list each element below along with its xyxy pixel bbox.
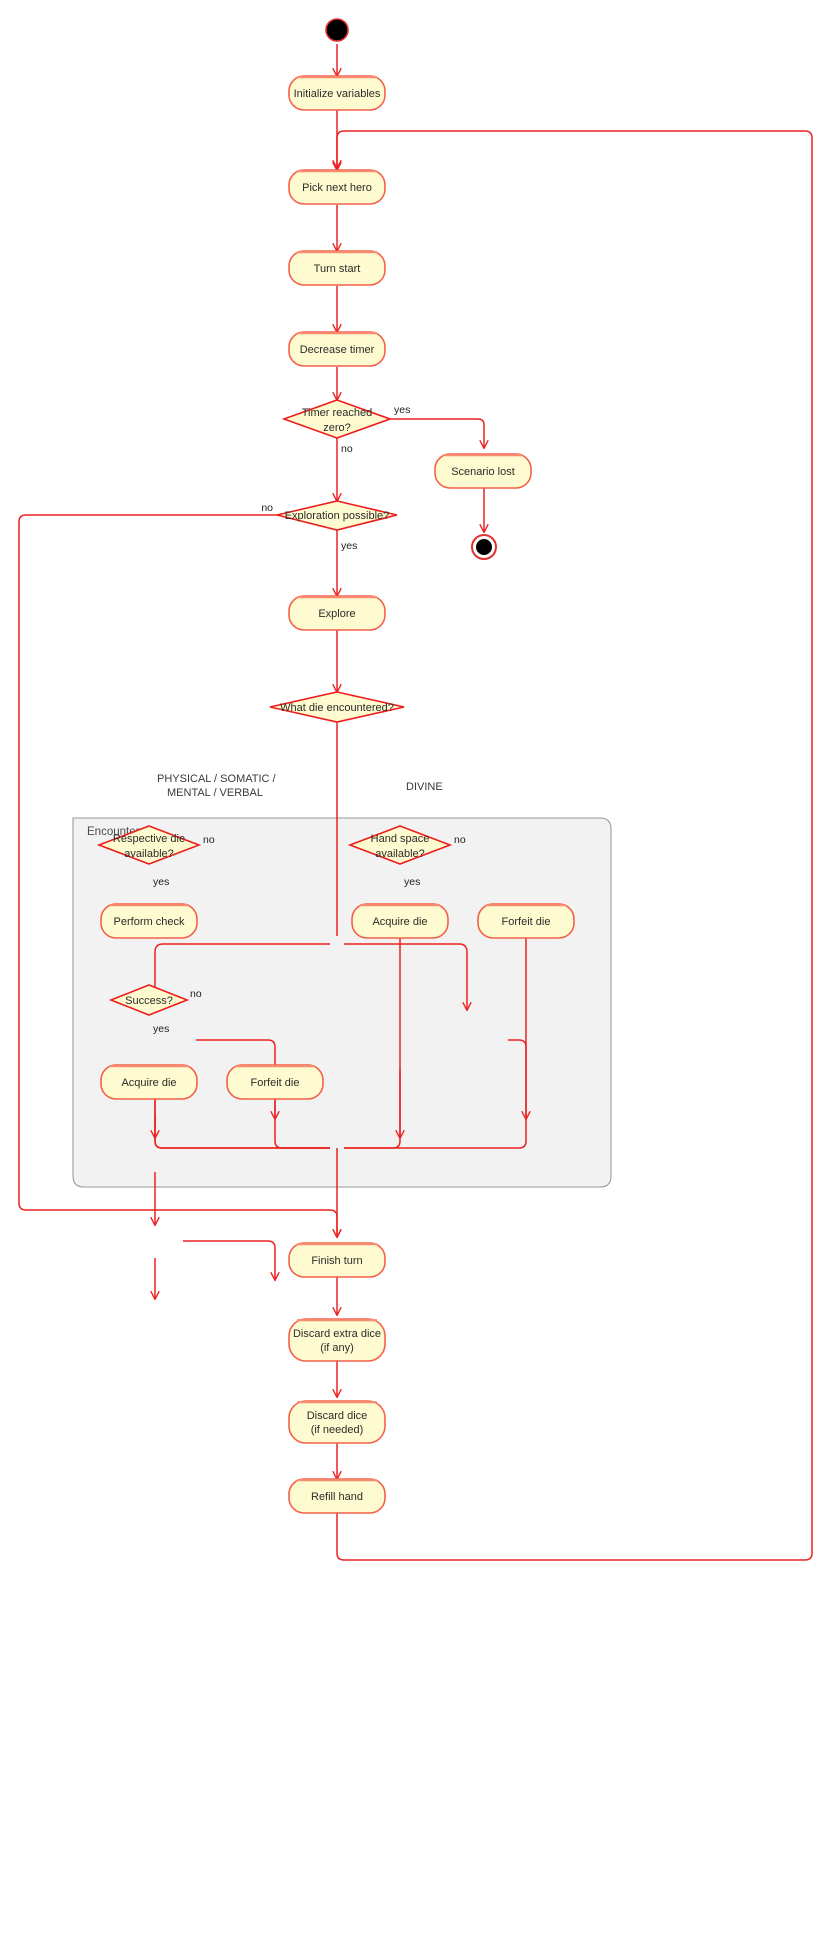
- action-turn-start[interactable]: Turn start: [288, 250, 386, 286]
- action-forfeit-die-right-label: Forfeit die: [502, 916, 551, 928]
- branch-label-physical-line2: MENTAL / VERBAL: [167, 787, 263, 799]
- action-forfeit-die-left[interactable]: Forfeit die: [226, 1064, 324, 1100]
- edge-label-respective-yes: yes: [153, 876, 169, 888]
- action-acquire-die-left[interactable]: Acquire die: [100, 1064, 198, 1100]
- edge-label-success-no: no: [190, 988, 202, 1000]
- edge-label-exploration-yes: yes: [341, 540, 357, 552]
- action-forfeit-die-left-label: Forfeit die: [251, 1077, 300, 1089]
- decision-success-label: Success?: [125, 995, 173, 1007]
- action-perform-check[interactable]: Perform check: [100, 903, 198, 939]
- initial-node: [325, 18, 349, 42]
- diagram-canvas: Encounter Initialize variables Pick next…: [18, 18, 813, 1561]
- edge-success-no-to-forfeit-die-left: [183, 1240, 275, 1280]
- action-discard-extra-dice-line1: Discard extra dice: [293, 1328, 381, 1340]
- action-discard-dice-line1: Discard dice: [307, 1410, 368, 1422]
- action-decrease-timer[interactable]: Decrease timer: [288, 331, 386, 367]
- decision-exploration-possible[interactable]: Exploration possible?: [276, 500, 398, 531]
- action-discard-dice-line2: (if needed): [311, 1424, 364, 1436]
- decision-what-die-encountered-label: What die encountered?: [280, 702, 394, 714]
- action-initialize-variables[interactable]: Initialize variables: [288, 75, 386, 111]
- decision-exploration-possible-label: Exploration possible?: [285, 510, 390, 522]
- action-discard-extra-dice-line2: (if any): [320, 1342, 354, 1354]
- action-pick-next-hero[interactable]: Pick next hero: [288, 169, 386, 205]
- action-finish-turn-label: Finish turn: [311, 1255, 362, 1267]
- action-scenario-lost-label: Scenario lost: [451, 466, 515, 478]
- decision-hand-space-line2: available?: [375, 848, 425, 860]
- decision-timer-reached-zero-line1: Timer reached: [302, 407, 373, 419]
- final-node: [471, 534, 497, 560]
- action-discard-extra-dice[interactable]: Discard extra dice (if any): [288, 1318, 386, 1362]
- action-decrease-timer-label: Decrease timer: [300, 344, 375, 356]
- edge-label-success-yes: yes: [153, 1023, 169, 1035]
- action-forfeit-die-right[interactable]: Forfeit die: [477, 903, 575, 939]
- action-explore[interactable]: Explore: [288, 595, 386, 631]
- action-perform-check-label: Perform check: [114, 916, 185, 928]
- edge-label-timer-no: no: [341, 443, 353, 455]
- action-pick-next-hero-label: Pick next hero: [302, 182, 372, 194]
- edge-label-hand-space-no: no: [454, 834, 466, 846]
- action-acquire-die-right-label: Acquire die: [372, 916, 427, 928]
- branch-label-divine: DIVINE: [406, 781, 443, 793]
- action-refill-hand-label: Refill hand: [311, 1491, 363, 1503]
- decision-timer-reached-zero[interactable]: Timer reached zero?: [281, 399, 393, 439]
- edge-label-exploration-no: no: [261, 502, 273, 514]
- branch-label-physical-line1: PHYSICAL / SOMATIC /: [157, 773, 277, 785]
- decision-what-die-encountered[interactable]: What die encountered?: [269, 691, 405, 723]
- action-refill-hand[interactable]: Refill hand: [288, 1478, 386, 1514]
- edge-timer-yes-to-scenario-lost: [390, 418, 484, 448]
- action-finish-turn[interactable]: Finish turn: [288, 1242, 386, 1278]
- action-explore-label: Explore: [318, 608, 355, 620]
- activity-diagram: Encounter Initialize variables Pick next…: [0, 0, 830, 1935]
- edge-label-respective-no: no: [203, 834, 215, 846]
- action-acquire-die-left-label: Acquire die: [121, 1077, 176, 1089]
- action-initialize-variables-label: Initialize variables: [294, 88, 381, 100]
- action-discard-dice[interactable]: Discard dice (if needed): [288, 1400, 386, 1444]
- action-acquire-die-right[interactable]: Acquire die: [351, 903, 449, 939]
- action-turn-start-label: Turn start: [314, 263, 361, 275]
- decision-respective-die-line2: available?: [124, 848, 174, 860]
- edge-label-hand-space-yes: yes: [404, 876, 420, 888]
- decision-respective-die-line1: Respective die: [113, 833, 185, 845]
- decision-hand-space-line1: Hand space: [371, 833, 430, 845]
- action-scenario-lost[interactable]: Scenario lost: [434, 453, 532, 489]
- edge-label-timer-yes: yes: [394, 404, 410, 416]
- decision-timer-reached-zero-line2: zero?: [323, 422, 351, 434]
